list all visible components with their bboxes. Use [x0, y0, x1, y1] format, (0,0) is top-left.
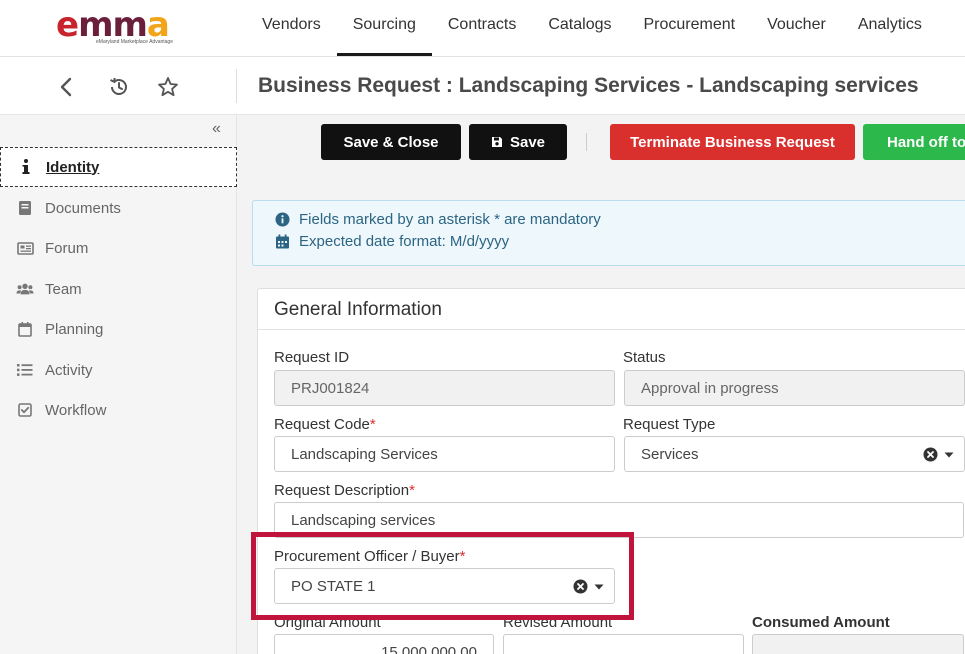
sidebar-item-label: Activity: [45, 361, 93, 379]
status-label: Status: [623, 349, 666, 366]
page-title: Business Request : Landscaping Services …: [258, 74, 919, 97]
request-code-label: Request Code*: [274, 416, 376, 433]
sidebar-item-identity[interactable]: Identity: [0, 147, 237, 187]
sidebar-item-label: Team: [45, 280, 82, 298]
sidebar-item-forum[interactable]: Forum: [0, 228, 237, 268]
request-type-value: Services: [641, 445, 699, 463]
card-header: General Information: [258, 289, 965, 330]
hand-off-button[interactable]: Hand off to: [863, 124, 965, 160]
calendar-icon: [16, 320, 34, 338]
title-divider: [236, 69, 237, 103]
highlight-box: [251, 532, 634, 620]
nav-procurement[interactable]: Procurement: [628, 0, 752, 56]
terminate-business-request-button[interactable]: Terminate Business Request: [610, 124, 855, 160]
request-description-label: Request Description*: [274, 482, 415, 499]
mandatory-text: Fields marked by an asterisk * are manda…: [299, 211, 601, 228]
nav-voucher[interactable]: Voucher: [751, 0, 842, 56]
info-alert: Fields marked by an asterisk * are manda…: [252, 200, 965, 266]
select-controls: [923, 447, 954, 462]
check-square-icon: [16, 401, 34, 419]
save-button-label: Save: [509, 133, 546, 151]
book-icon: [16, 199, 34, 217]
history-icon[interactable]: [107, 75, 131, 99]
date-format-text: Expected date format: M/d/yyyy: [299, 233, 510, 250]
sidebar-item-activity[interactable]: Activity: [0, 350, 237, 390]
collapse-sidebar-icon[interactable]: «: [212, 120, 221, 138]
card-title: General Information: [274, 299, 442, 320]
clear-icon[interactable]: [923, 447, 938, 462]
calendar-icon: [276, 234, 289, 249]
nav-sourcing[interactable]: Sourcing: [336, 0, 433, 56]
sidebar-item-team[interactable]: Team: [0, 269, 237, 309]
sidebar-item-label: Documents: [45, 199, 121, 217]
sidebar-item-workflow[interactable]: Workflow: [0, 390, 237, 430]
newspaper-icon: [16, 239, 34, 257]
save-button[interactable]: Save: [469, 124, 567, 160]
logo-tagline: eMaryland Marketplace Advantage: [96, 39, 173, 45]
original-amount-input[interactable]: 15,000,000.00: [274, 634, 494, 654]
list-icon: [16, 361, 34, 379]
request-id-field: PRJ001824: [274, 370, 615, 406]
sidebar-item-label: Planning: [45, 320, 104, 338]
request-code-input[interactable]: Landscaping Services: [274, 436, 615, 472]
mandatory-note: Fields marked by an asterisk * are manda…: [275, 211, 601, 228]
sidebar: « Identity Documents Forum Team Planning: [0, 115, 237, 654]
title-bar: Business Request : Landscaping Services …: [0, 57, 965, 115]
nav-vendors[interactable]: Vendors: [246, 0, 337, 56]
save-close-button[interactable]: Save & Close: [321, 124, 461, 160]
star-icon[interactable]: [156, 75, 180, 99]
sidebar-item-label: Workflow: [45, 401, 107, 419]
revised-amount-input[interactable]: [503, 634, 744, 654]
sidebar-item-planning[interactable]: Planning: [0, 309, 237, 349]
toolbar-separator: [586, 133, 587, 151]
date-format-note: Expected date format: M/d/yyyy: [275, 233, 509, 250]
main-menu: Vendors Sourcing Contracts Catalogs Proc…: [246, 0, 938, 56]
emma-logo[interactable]: emma eMaryland Marketplace Advantage: [56, 5, 178, 46]
top-navigation: emma eMaryland Marketplace Advantage Ven…: [0, 0, 965, 57]
floppy-icon: [491, 136, 503, 148]
sidebar-item-label: Forum: [45, 239, 89, 257]
info-circle-icon: [275, 212, 290, 227]
nav-analytics[interactable]: Analytics: [842, 0, 938, 56]
back-icon[interactable]: [54, 75, 78, 99]
sidebar-item-label: Identity: [46, 158, 100, 176]
nav-catalogs[interactable]: Catalogs: [532, 0, 627, 56]
status-field: Approval in progress: [624, 370, 965, 406]
request-id-label: Request ID: [274, 349, 350, 366]
info-icon: [17, 158, 35, 176]
caret-down-icon[interactable]: [944, 452, 954, 458]
request-type-label: Request Type: [623, 416, 716, 433]
request-type-select[interactable]: Services: [624, 436, 965, 472]
nav-contracts[interactable]: Contracts: [432, 0, 532, 56]
consumed-amount-label: Consumed Amount: [752, 614, 890, 631]
sidebar-item-documents[interactable]: Documents: [0, 188, 237, 228]
logo-wordmark: emma: [56, 5, 170, 45]
consumed-amount-field: [752, 634, 964, 654]
users-icon: [16, 280, 34, 298]
